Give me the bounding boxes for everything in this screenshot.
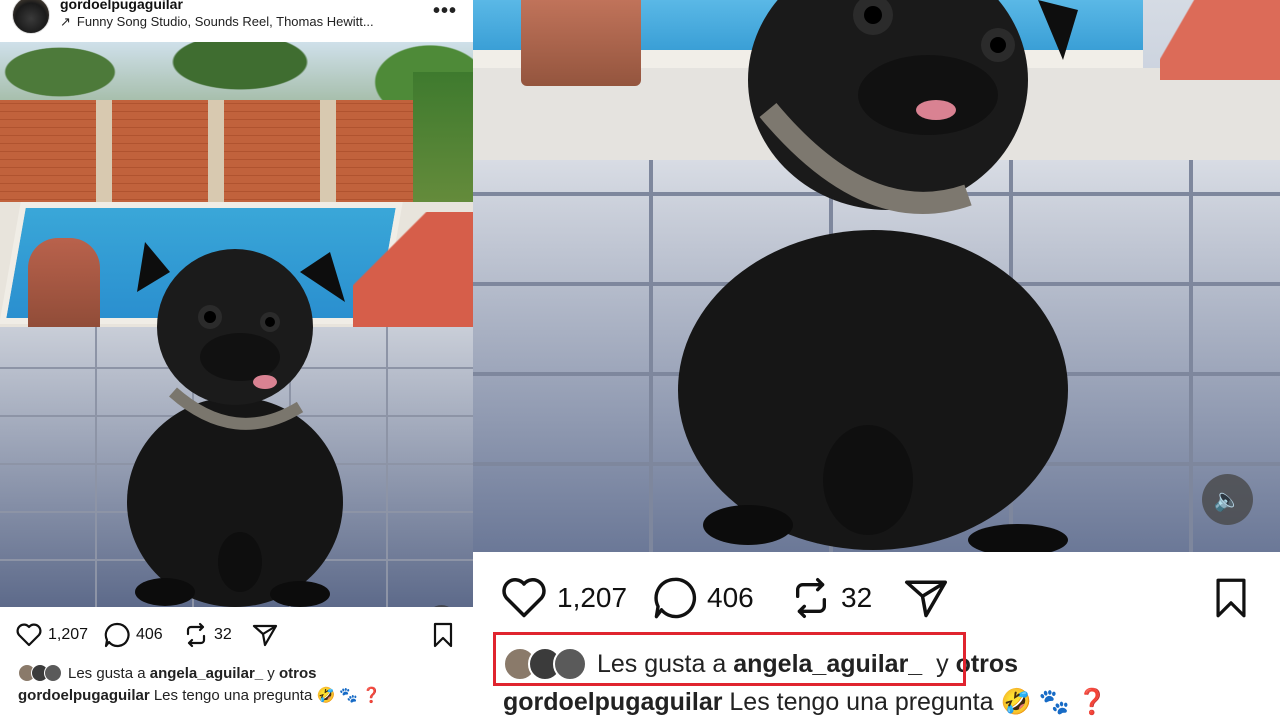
liked-by-user[interactable]: angela_aguilar_: [150, 665, 263, 682]
save-button[interactable]: [1213, 575, 1249, 621]
comment-count: 406: [707, 582, 754, 613]
comment-count: 406: [136, 626, 163, 643]
audio-attribution[interactable]: ↗ Funny Song Studio, Sounds Reel, Thomas …: [60, 14, 374, 30]
chair: [28, 238, 100, 333]
repost-icon: [796, 578, 826, 618]
caption-emojis: 🤣 🐾 ❓: [1000, 688, 1108, 716]
caption-text: Les tengo una pregunta: [729, 688, 994, 716]
caption-text: Les tengo una pregunta: [153, 687, 313, 704]
red-deck: [1160, 0, 1280, 80]
liker-avatars: [18, 664, 62, 682]
heart-icon: [502, 578, 546, 618]
repost-count: 32: [214, 626, 232, 643]
comment-icon: [654, 577, 697, 619]
like-count: 1,207: [557, 582, 628, 613]
brick-wall: [0, 100, 440, 215]
liked-by-others[interactable]: otros: [279, 665, 317, 682]
comment-icon: [104, 622, 130, 648]
save-button[interactable]: [432, 621, 454, 649]
post-username[interactable]: gordoelpugaguilar: [60, 0, 183, 12]
liked-by-row[interactable]: Les gusta a angela_aguilar_ y otros: [18, 662, 468, 684]
highlight-box: [493, 632, 966, 686]
avatar: [44, 664, 62, 682]
comment-button[interactable]: 406: [104, 621, 163, 649]
chair: [521, 0, 641, 86]
audio-label: Funny Song Studio, Sounds Reel, Thomas H…: [76, 14, 374, 29]
bookmark-icon: [1216, 578, 1246, 618]
repost-button[interactable]: 32: [791, 575, 872, 621]
like-button[interactable]: 1,207: [16, 621, 88, 649]
caption-username[interactable]: gordoelpugaguilar: [18, 687, 150, 704]
share-button[interactable]: [903, 575, 949, 621]
post-caption: gordoelpugaguilar Les tengo una pregunta…: [503, 688, 1108, 717]
share-button[interactable]: [252, 621, 278, 649]
comment-button[interactable]: 406: [653, 575, 754, 621]
arrow-up-right-icon: ↗: [60, 14, 71, 29]
repost-icon: [186, 622, 206, 648]
red-deck: [353, 212, 473, 332]
send-icon: [252, 624, 278, 647]
heart-icon: [16, 623, 42, 647]
left-post-panel: gordoelpugaguilar ↗ Funny Song Studio, So…: [0, 0, 473, 720]
liked-by-joiner: y: [267, 664, 275, 682]
post-header: gordoelpugaguilar ↗ Funny Song Studio, So…: [0, 0, 473, 42]
right-zoomed-panel: 🔈 1,207 406 32 Les gusta a angela_aguila…: [473, 0, 1280, 720]
post-caption: gordoelpugaguilar Les tengo una pregunta…: [18, 686, 381, 704]
more-dots-icon[interactable]: •••: [433, 0, 457, 23]
bookmark-icon: [433, 622, 453, 648]
profile-avatar[interactable]: [12, 0, 50, 34]
post-actions: 1,207 406 32: [16, 621, 461, 649]
like-count: 1,207: [48, 626, 89, 643]
trees: [0, 42, 473, 102]
caption-username[interactable]: gordoelpugaguilar: [503, 688, 722, 716]
send-icon: [905, 580, 947, 618]
repost-count: 32: [841, 582, 873, 613]
post-actions: 1,207 406 32: [501, 575, 1261, 621]
liked-by-prefix: Les gusta a: [68, 664, 146, 682]
speaker-icon[interactable]: 🔈: [1202, 474, 1253, 525]
post-media[interactable]: 🔈: [0, 42, 473, 607]
like-button[interactable]: 1,207: [501, 575, 627, 621]
pug-dog-image: [127, 242, 345, 607]
post-media-zoomed[interactable]: 🔈: [473, 0, 1280, 552]
pug-dog-image: [678, 0, 1078, 552]
repost-button[interactable]: 32: [184, 621, 232, 649]
caption-emojis: 🤣 🐾 ❓: [316, 687, 381, 704]
